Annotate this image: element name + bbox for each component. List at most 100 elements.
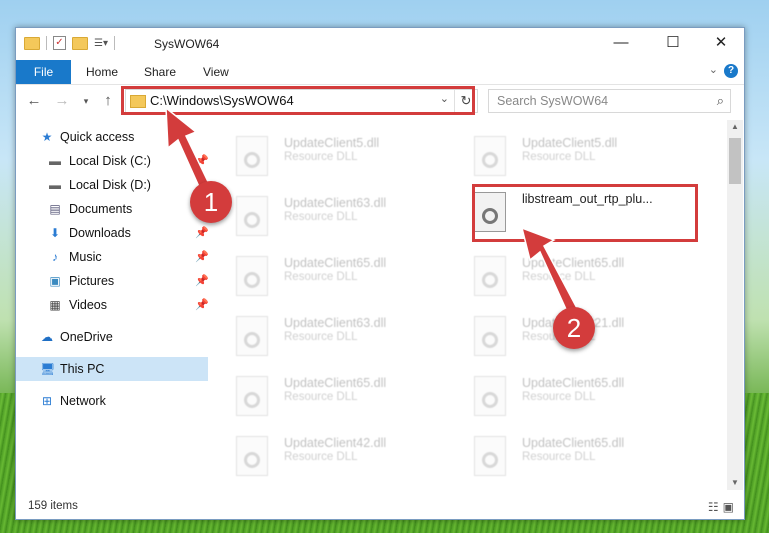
file-item[interactable]: UpdateClient5.dll Resource DLL [452,128,682,186]
computer-icon: 🖥 [40,362,56,376]
navigation-pane: ★ Quick access ▬ Local Disk (C:) 📌 ▬ Loc… [16,125,209,485]
file-name: UpdateClient42.dll [284,436,387,450]
view-mode-icons[interactable]: ☷▣ [708,500,738,514]
sidebar-item-label: Music [69,250,102,264]
file-item[interactable]: UpdateClient5.dll Resource DLL [214,128,444,186]
scroll-down-icon[interactable]: ▼ [727,476,743,490]
file-item[interactable]: UpdateClient65.dll Resource DLL [452,248,682,306]
divider [46,36,47,50]
sidebar-item-label: OneDrive [60,330,113,344]
sidebar-item-label: Videos [69,298,107,312]
drive-icon: ▬ [49,178,61,192]
file-name: UpdateClient65.dll [284,376,387,390]
sidebar-item-pictures[interactable]: ▣ Pictures 📌 [16,269,208,293]
properties-icon[interactable]: ✓ [53,36,66,50]
sidebar-item-downloads[interactable]: ⬇ Downloads 📌 [16,221,209,245]
sidebar-item-label: Downloads [69,226,131,240]
sidebar-item-music[interactable]: ♪ Music 📌 [16,245,209,269]
cloud-icon: ☁ [41,330,53,344]
sidebar-item-local-disk-c[interactable]: ▬ Local Disk (C:) 📌 [16,149,209,173]
documents-icon: ▤ [49,202,61,216]
file-type: Resource DLL [522,451,596,463]
maximize-button[interactable]: ☐ [650,28,696,58]
step-badge-2: 2 [553,307,595,349]
tab-share[interactable]: Share [144,60,176,84]
file-name: UpdateClient65.dll [522,376,625,390]
help-icon[interactable]: ? [724,64,738,78]
expand-ribbon-icon[interactable]: ⌄ [709,63,718,76]
download-icon: ⬇ [49,226,61,240]
sidebar-item-label: Local Disk (C:) [69,154,151,168]
customize-toolbar-icon[interactable]: ☰▾ [94,38,108,49]
close-button[interactable]: ✕ [698,28,744,58]
forward-button[interactable]: → [52,91,72,111]
sidebar-item-local-disk-d[interactable]: ▬ Local Disk (D:) [16,173,208,197]
file-item[interactable]: UpdateClient42.dll Resource DLL [214,428,444,486]
up-button[interactable]: ↑ [98,91,118,111]
file-list: UpdateClient5.dll Resource DLL UpdateCli… [214,120,726,490]
back-button[interactable]: ← [24,91,44,111]
gear-icon [482,332,498,348]
file-item[interactable]: UpdateClient63.dll Resource DLL [214,188,444,246]
vertical-scrollbar[interactable]: ▲ ▼ [727,120,743,490]
file-type: Resource DLL [522,271,596,283]
gear-icon [244,152,260,168]
sidebar-item-this-pc[interactable]: 🖥 This PC [16,357,208,381]
gear-icon [482,452,498,468]
pin-icon: 📌 [195,227,209,239]
file-name: UpdateClient65.dll [522,256,625,270]
address-bar-highlight [121,86,475,115]
scroll-thumb[interactable] [729,138,741,184]
pin-icon: 📌 [195,155,209,167]
pin-icon: 📌 [195,275,209,287]
folder-icon [24,36,40,50]
step-badge-1: 1 [190,181,232,223]
pin-icon: 📌 [195,251,209,263]
file-name: UpdateClient63.dll [284,316,387,330]
sidebar-item-videos[interactable]: ▦ Videos 📌 [16,293,208,317]
sidebar-item-network[interactable]: ⊞ Network [16,389,208,413]
minimize-button[interactable]: — [598,28,644,58]
divider [113,36,115,50]
gear-icon [244,212,260,228]
scroll-up-icon[interactable]: ▲ [727,120,743,134]
search-icon[interactable]: ⌕ [717,93,724,109]
pictures-icon: ▣ [49,274,61,288]
window-title: SysWOW64 [154,37,220,51]
file-item[interactable]: UpdateClient65.dll Resource DLL [214,368,444,426]
pin-icon: 📌 [195,299,209,311]
status-bar: 159 items ☷▣ [16,496,744,518]
sidebar-item-label: Documents [69,202,133,216]
star-icon: ★ [41,130,53,144]
search-placeholder: Search SysWOW64 [497,94,609,108]
sidebar-item-quick-access[interactable]: ★ Quick access [16,125,208,149]
file-item[interactable]: UpdateClient63.dll Resource DLL [214,308,444,366]
file-item[interactable]: UpdateClient65.dll Resource DLL [214,248,444,306]
file-item[interactable]: UpdateClient65.dll Resource DLL [452,368,682,426]
drive-icon: ▬ [49,154,61,168]
file-item[interactable]: UpdateClient65.dll Resource DLL [452,428,682,486]
ribbon-tabs: File Home Share View ⌄ ? [16,60,744,85]
new-folder-icon[interactable] [72,36,88,50]
music-icon: ♪ [52,250,58,264]
file-name: UpdateClient65.dll [284,256,387,270]
tab-home[interactable]: Home [86,60,118,84]
quick-access-toolbar: ✓ ☰▾ [24,36,115,50]
gear-icon [244,332,260,348]
gear-icon [244,392,260,408]
file-name: UpdateClient5.dll [284,136,380,150]
tab-file[interactable]: File [16,60,71,84]
videos-icon: ▦ [49,298,61,312]
recent-locations-icon[interactable]: ▾ [76,91,96,111]
file-name: UpdateClient63.dll [284,196,387,210]
sidebar-item-onedrive[interactable]: ☁ OneDrive [16,325,208,349]
gear-icon [482,152,498,168]
file-type: Resource DLL [284,271,358,283]
gear-icon [482,392,498,408]
gear-icon [244,452,260,468]
item-count: 159 items [28,500,78,512]
gear-icon [244,272,260,288]
tab-view[interactable]: View [203,60,229,84]
search-input[interactable]: Search SysWOW64 ⌕ [488,89,731,113]
sidebar-item-documents[interactable]: ▤ Documents 📌 [16,197,208,221]
